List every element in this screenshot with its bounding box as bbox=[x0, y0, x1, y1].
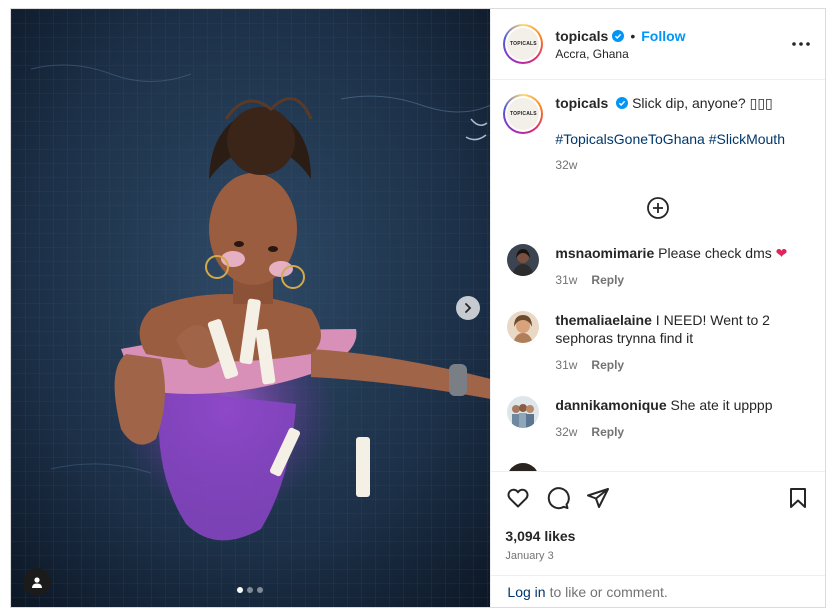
comment-button[interactable] bbox=[545, 485, 571, 511]
post-caption: TOPICALS topicals Slick dip, anyone? ▯▯▯… bbox=[503, 80, 813, 174]
post-header: TOPICALS topicals • Follow Accra, Ghana bbox=[491, 9, 825, 80]
account-username[interactable]: topicals bbox=[555, 28, 608, 44]
caption-avatar[interactable]: TOPICALS bbox=[503, 94, 544, 134]
comment-item: msnaomimarie Please check dms ❤ 31w Repl… bbox=[503, 244, 813, 289]
commenter-avatar[interactable] bbox=[507, 311, 540, 343]
post-media[interactable] bbox=[11, 9, 491, 607]
comment-icon bbox=[548, 487, 571, 510]
more-options-button[interactable] bbox=[791, 35, 811, 53]
commenter-avatar[interactable] bbox=[507, 396, 540, 428]
reply-button[interactable]: Reply bbox=[591, 356, 624, 374]
like-button[interactable] bbox=[505, 485, 531, 511]
caption-text: Slick dip, anyone? ▯▯▯ bbox=[632, 95, 773, 111]
save-button[interactable] bbox=[785, 485, 811, 511]
load-more-comments bbox=[503, 196, 813, 222]
comment-time[interactable]: 32w bbox=[555, 423, 577, 441]
carousel-indicator bbox=[237, 587, 263, 593]
commenter-avatar[interactable] bbox=[507, 463, 540, 471]
account-avatar[interactable]: TOPICALS bbox=[503, 24, 544, 64]
comment-item: themaliaelaine I NEED! Went to 2 sephora… bbox=[503, 311, 813, 374]
comment-username[interactable]: msnaomimarie bbox=[555, 245, 654, 261]
carousel-dot bbox=[257, 587, 263, 593]
more-options-icon bbox=[792, 42, 810, 46]
avatar-logo-text: TOPICALS bbox=[507, 28, 540, 60]
carousel-dot bbox=[247, 587, 253, 593]
follow-button[interactable]: Follow bbox=[641, 28, 685, 44]
post-sidebar: TOPICALS topicals • Follow Accra, Ghana bbox=[490, 9, 825, 607]
heart-icon bbox=[507, 488, 529, 508]
commenter-avatar[interactable] bbox=[507, 244, 540, 276]
verified-badge-icon bbox=[612, 29, 625, 42]
share-button[interactable] bbox=[585, 485, 611, 511]
comments-list[interactable]: TOPICALS topicals Slick dip, anyone? ▯▯▯… bbox=[491, 80, 825, 471]
login-link[interactable]: Log in bbox=[507, 584, 545, 600]
caption-time[interactable]: 32w bbox=[555, 156, 785, 174]
save-icon bbox=[790, 488, 806, 508]
next-slide-button[interactable] bbox=[456, 296, 480, 320]
comment-username[interactable]: themaliaelaine bbox=[555, 312, 652, 328]
post-modal: TOPICALS topicals • Follow Accra, Ghana bbox=[10, 8, 826, 608]
user-tag-icon bbox=[32, 577, 42, 588]
verified-badge-icon bbox=[616, 97, 629, 109]
share-icon bbox=[587, 488, 610, 508]
carousel-dot bbox=[237, 587, 243, 593]
post-location[interactable]: Accra, Ghana bbox=[555, 47, 685, 61]
comment-username[interactable]: dannikamonique bbox=[555, 397, 666, 413]
comment-time[interactable]: 31w bbox=[555, 356, 577, 374]
comment-text: Please check dms bbox=[658, 245, 772, 261]
post-date[interactable]: January 3 bbox=[505, 550, 811, 562]
load-more-comments-icon bbox=[647, 197, 670, 219]
comment-emoji: ❤ bbox=[775, 245, 788, 261]
post-photo bbox=[11, 9, 491, 607]
tagged-users-button[interactable] bbox=[23, 568, 51, 596]
reply-button[interactable]: Reply bbox=[591, 271, 624, 289]
caption-hashtags[interactable]: #TopicalsGoneToGhana #SlickMouth bbox=[555, 130, 785, 148]
comment-text: She ate it upppp bbox=[670, 397, 773, 413]
comment-item-partial bbox=[503, 463, 813, 471]
caption-username[interactable]: topicals bbox=[555, 95, 608, 111]
login-prompt-text: to like or comment. bbox=[549, 583, 668, 600]
comment-item: dannikamonique She ate it upppp 32w Repl… bbox=[503, 396, 813, 441]
next-slide-icon bbox=[465, 303, 472, 313]
load-more-comments-button[interactable] bbox=[646, 196, 670, 222]
avatar-logo-text: TOPICALS bbox=[507, 98, 540, 130]
comment-time[interactable]: 31w bbox=[555, 271, 577, 289]
login-prompt: Log in to like or comment. bbox=[491, 575, 825, 607]
reply-button[interactable]: Reply bbox=[591, 423, 624, 441]
post-actions: 3,094 likes January 3 bbox=[491, 471, 825, 575]
separator-dot: • bbox=[630, 27, 636, 44]
likes-count[interactable]: 3,094 likes bbox=[505, 528, 811, 544]
